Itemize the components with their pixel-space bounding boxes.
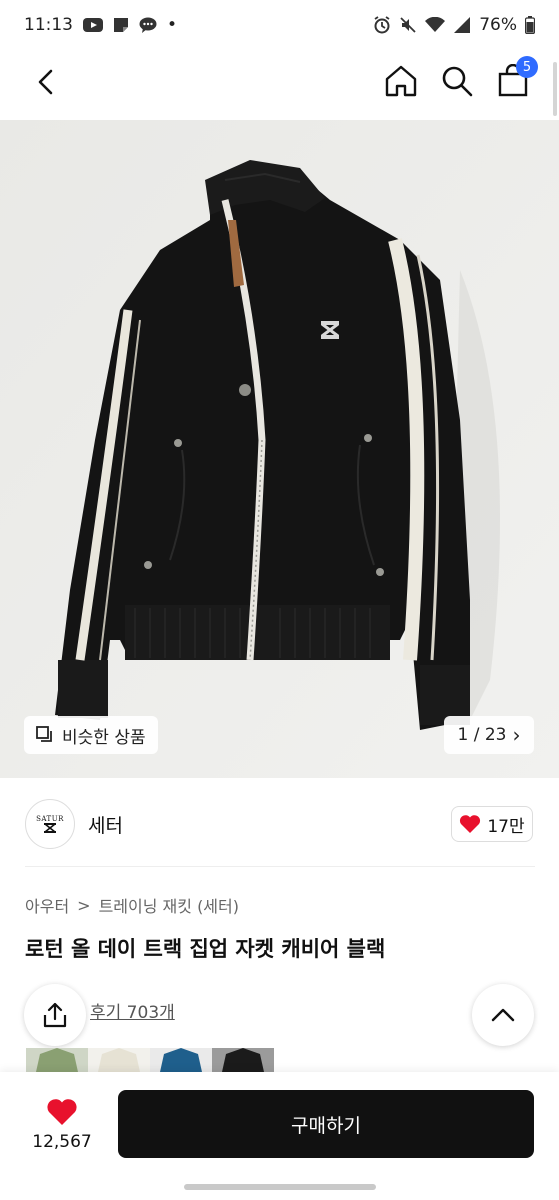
color-option-cream[interactable] — [88, 1048, 150, 1072]
heart-icon — [460, 815, 481, 833]
mute-icon — [399, 16, 417, 34]
color-options — [26, 1048, 274, 1072]
chat-icon — [139, 17, 157, 33]
status-left: 11:13 • — [24, 15, 177, 35]
product-image[interactable]: 비슷한 상품 1 / 23 › — [0, 120, 559, 778]
chevron-right-icon: › — [512, 723, 521, 747]
back-arrow-icon — [38, 69, 53, 95]
home-indicator — [184, 1184, 376, 1190]
reviews-link[interactable]: 후기 703개 — [90, 998, 175, 1023]
status-time: 11:13 — [24, 15, 73, 35]
alarm-icon — [373, 16, 391, 34]
chevron-up-icon — [491, 1008, 515, 1022]
image-page-counter[interactable]: 1 / 23 › — [444, 716, 534, 754]
cart-badge: 5 — [516, 56, 538, 78]
wishlist-count: 12,567 — [32, 1132, 92, 1152]
home-button[interactable] — [380, 60, 422, 102]
heart-filled-icon — [47, 1099, 77, 1125]
similar-products-label: 비슷한 상품 — [62, 727, 146, 748]
product-title: 로턴 올 데이 트랙 집업 자켓 캐비어 블랙 — [25, 937, 386, 961]
scroll-to-top-button[interactable] — [472, 984, 534, 1046]
scroll-indicator — [553, 62, 557, 116]
home-icon — [385, 65, 417, 97]
share-button[interactable] — [24, 984, 86, 1046]
status-dot: • — [167, 15, 178, 35]
breadcrumb: 아우터 > 트레이닝 재킷 (세터) — [25, 893, 239, 917]
signal-icon — [453, 17, 471, 33]
cart-button[interactable]: 5 — [492, 56, 538, 102]
wifi-icon — [425, 17, 446, 33]
shop-like-count: 17만 — [487, 816, 525, 837]
search-button[interactable] — [436, 60, 478, 102]
app-header: 5 — [0, 50, 559, 118]
color-option-green[interactable] — [26, 1048, 88, 1072]
shop-like-button[interactable]: 17만 — [451, 806, 533, 842]
color-option-blue[interactable] — [150, 1048, 212, 1072]
battery-percent: 76% — [479, 15, 517, 35]
youtube-icon — [83, 18, 103, 32]
breadcrumb-subcategory[interactable]: 트레이닝 재킷 (세터) — [99, 893, 239, 917]
color-option-black[interactable] — [212, 1048, 274, 1072]
notes-icon — [113, 17, 129, 33]
search-icon — [442, 66, 473, 97]
shop-name[interactable]: 세터 — [88, 811, 123, 838]
divider — [25, 866, 535, 867]
shop-avatar-text: SATUR — [36, 815, 64, 823]
share-icon — [43, 1002, 67, 1028]
shop-logo-icon — [44, 823, 56, 833]
similar-items-icon — [36, 726, 52, 742]
similar-products-button[interactable]: 비슷한 상품 — [24, 716, 158, 754]
bottom-action-bar: 12,567 구매하기 — [0, 1072, 559, 1200]
status-right: 76% — [373, 15, 535, 35]
breadcrumb-separator: > — [77, 895, 91, 915]
back-button[interactable] — [26, 62, 66, 102]
shop-row[interactable]: SATUR 세터 17만 — [0, 790, 559, 856]
jacket-photo — [0, 120, 559, 778]
battery-icon — [525, 16, 535, 34]
page-counter-text: 1 / 23 — [457, 725, 507, 745]
wishlist-button[interactable]: 12,567 — [24, 1090, 100, 1160]
buy-button[interactable]: 구매하기 — [118, 1090, 534, 1158]
shop-avatar[interactable]: SATUR — [25, 799, 75, 849]
breadcrumb-category[interactable]: 아우터 — [25, 893, 69, 917]
status-bar: 11:13 • 76% — [0, 0, 559, 50]
